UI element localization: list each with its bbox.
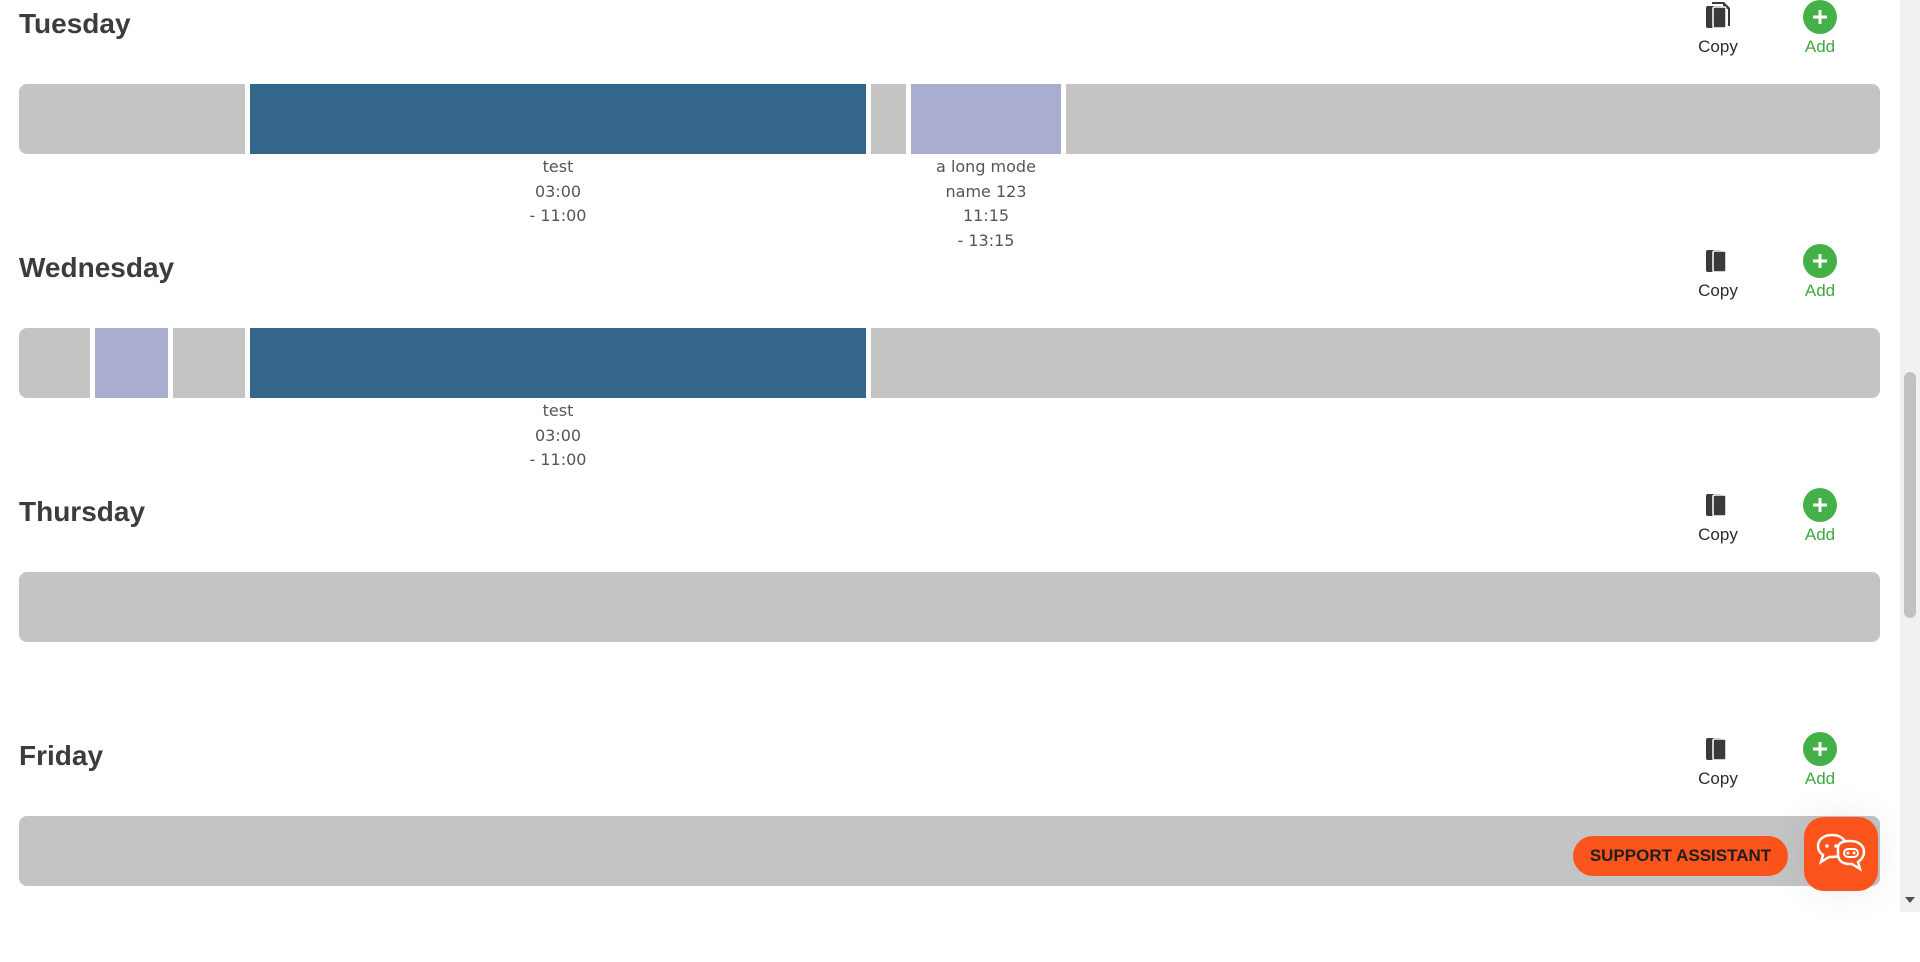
day-thursday: Thursday Copy Add <box>19 488 1880 718</box>
plus-circle-icon <box>1803 732 1837 766</box>
copy-document-icon <box>1701 0 1735 34</box>
block-mode-name: name 123 <box>945 181 1027 201</box>
copy-button[interactable]: Copy <box>1683 0 1753 64</box>
day-timeline[interactable] <box>19 328 1880 398</box>
copy-label: Copy <box>1698 281 1738 300</box>
copy-document-icon <box>1701 732 1735 766</box>
block-mode-name: test <box>542 401 574 420</box>
schedule-block-label: test 03:00 - 11:00 <box>458 155 658 229</box>
timeline-gap[interactable] <box>871 84 906 154</box>
schedule-block[interactable] <box>250 328 866 398</box>
block-mode-name: a long mode <box>936 157 1036 176</box>
copy-label: Copy <box>1698 769 1738 788</box>
schedule-block[interactable] <box>911 84 1061 154</box>
add-label: Add <box>1804 37 1836 56</box>
block-end-time: - 11:00 <box>529 206 587 225</box>
timeline-separator <box>866 328 871 398</box>
plus-circle-icon <box>1803 244 1837 278</box>
scroll-down-arrow-icon[interactable] <box>1905 897 1915 903</box>
plus-circle-icon <box>1803 488 1837 522</box>
copy-document-icon <box>1701 488 1735 522</box>
copy-document-icon <box>1701 244 1735 278</box>
copy-button[interactable]: Copy <box>1683 244 1753 308</box>
copy-label: Copy <box>1698 37 1738 56</box>
day-title: Tuesday <box>19 8 131 39</box>
copy-label: Copy <box>1698 525 1738 544</box>
timeline-separator <box>1061 84 1066 154</box>
block-start-time: 03:00 <box>534 425 582 445</box>
block-start-time: 03:00 <box>534 181 582 201</box>
block-mode-name: test <box>542 157 574 176</box>
block-start-time: 11:15 <box>962 206 1010 225</box>
schedule-block[interactable] <box>250 84 866 154</box>
support-assistant-button[interactable]: SUPPORT ASSISTANT <box>1573 836 1788 876</box>
add-button[interactable]: Add <box>1785 0 1855 64</box>
chat-launcher-button[interactable] <box>1804 817 1878 891</box>
day-timeline[interactable] <box>19 84 1880 154</box>
block-end-time: - 11:00 <box>529 450 587 469</box>
add-button[interactable]: Add <box>1785 732 1855 796</box>
schedule-block-label: a long mode name 123 11:15 - 13:15 <box>886 155 1086 253</box>
add-button[interactable]: Add <box>1785 488 1855 552</box>
add-label: Add <box>1804 769 1836 788</box>
vertical-scrollbar[interactable] <box>1900 0 1920 912</box>
chat-bubbles-icon <box>1816 832 1866 877</box>
copy-button[interactable]: Copy <box>1683 732 1753 796</box>
add-label: Add <box>1804 281 1836 300</box>
plus-circle-icon <box>1803 0 1837 34</box>
timeline-gap[interactable] <box>173 328 245 398</box>
schedule-block-label: test 03:00 - 11:00 <box>458 399 658 473</box>
day-title: Friday <box>19 740 104 771</box>
day-title: Wednesday <box>19 252 175 283</box>
scrollbar-thumb[interactable] <box>1904 372 1916 618</box>
add-label: Add <box>1804 525 1836 544</box>
day-tuesday: Tuesday Copy Add test 03:00 - 11:00 a lo… <box>19 0 1880 250</box>
day-title: Thursday <box>19 496 146 527</box>
day-wednesday: Wednesday Copy Add test 03:00 - 11:00 <box>19 244 1880 474</box>
schedule-block[interactable] <box>95 328 168 398</box>
copy-button[interactable]: Copy <box>1683 488 1753 552</box>
day-timeline[interactable] <box>19 572 1880 642</box>
add-button[interactable]: Add <box>1785 244 1855 308</box>
schedule-page: Tuesday Copy Add test 03:00 - 11:00 a lo… <box>0 0 1900 912</box>
